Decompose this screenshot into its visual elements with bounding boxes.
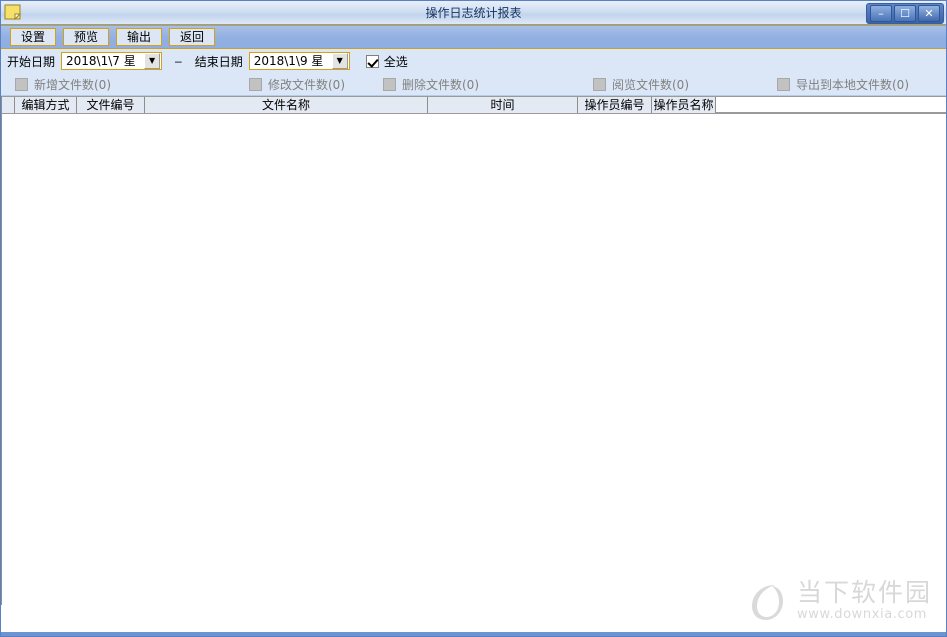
start-date-label: 开始日期	[7, 54, 56, 69]
count-modified[interactable]: 修改文件数(0)	[249, 76, 345, 93]
column-header-edit-type[interactable]: 编辑方式	[15, 97, 77, 113]
checkbox-icon	[383, 77, 396, 91]
window-bottom-frame	[1, 632, 946, 636]
start-date-value: 2018\1\7 星	[66, 54, 136, 68]
checkbox-icon	[15, 77, 28, 91]
checkbox-icon	[777, 77, 790, 91]
grid-header-row: 编辑方式 文件编号 文件名称 时间 操作员编号 操作员名称	[2, 96, 946, 114]
counts-row: 新增文件数(0) 修改文件数(0) 删除文件数(0) 阅览文件数(0) 导出到本…	[1, 73, 946, 95]
start-date-picker[interactable]: 2018\1\7 星 ▼	[61, 52, 163, 70]
log-data-grid: 编辑方式 文件编号 文件名称 时间 操作员编号 操作员名称	[1, 96, 946, 605]
count-exported-local[interactable]: 导出到本地文件数(0)	[777, 76, 909, 93]
close-button[interactable]: ✕	[918, 5, 940, 22]
date-range-separator: –	[175, 54, 182, 68]
grid-body[interactable]	[2, 114, 946, 602]
minimize-button[interactable]: –	[870, 5, 892, 22]
count-deleted-label: 删除文件数(0)	[402, 77, 479, 92]
count-added[interactable]: 新增文件数(0)	[15, 76, 111, 93]
column-header-time[interactable]: 时间	[428, 97, 578, 113]
checkbox-checked-icon	[365, 54, 379, 68]
window-controls: – ☐ ✕	[866, 3, 944, 24]
column-header-operator-id[interactable]: 操作员编号	[578, 97, 652, 113]
select-all-label: 全选	[383, 54, 408, 69]
maximize-button[interactable]: ☐	[894, 5, 916, 22]
end-date-picker[interactable]: 2018\1\9 星 ▼	[248, 52, 350, 70]
count-deleted[interactable]: 删除文件数(0)	[383, 76, 479, 93]
column-header-file-name[interactable]: 文件名称	[145, 97, 428, 113]
count-added-label: 新增文件数(0)	[34, 77, 111, 92]
checkbox-icon	[593, 77, 606, 91]
settings-button[interactable]: 设置	[10, 28, 56, 46]
count-exported-local-label: 导出到本地文件数(0)	[796, 77, 909, 92]
count-viewed-label: 阅览文件数(0)	[612, 77, 689, 92]
column-header-file-number[interactable]: 文件编号	[77, 97, 145, 113]
count-viewed[interactable]: 阅览文件数(0)	[593, 76, 689, 93]
export-button[interactable]: 输出	[116, 28, 162, 46]
date-filter-row: 开始日期 2018\1\7 星 ▼ – 结束日期 2018\1\9 星 ▼ 全选	[1, 49, 946, 73]
watermark-url: www.downxia.com	[796, 606, 928, 622]
column-header-filler	[716, 97, 946, 113]
application-window: 操作日志统计报表 – ☐ ✕ 设置 预览 输出 返回 开始日期 2018\1\7…	[0, 0, 947, 637]
count-modified-label: 修改文件数(0)	[268, 77, 345, 92]
chevron-down-icon[interactable]: ▼	[144, 53, 161, 69]
preview-button[interactable]: 预览	[63, 28, 109, 46]
window-title: 操作日志统计报表	[425, 6, 522, 20]
note-document-icon	[4, 4, 22, 21]
title-bar: 操作日志统计报表 – ☐ ✕	[1, 1, 946, 25]
back-button[interactable]: 返回	[169, 28, 215, 46]
select-all-checkbox[interactable]: 全选	[365, 53, 408, 70]
column-header-select[interactable]	[2, 97, 15, 113]
checkbox-icon	[249, 77, 262, 91]
column-header-operator-name[interactable]: 操作员名称	[652, 97, 716, 113]
end-date-label: 结束日期	[194, 54, 243, 69]
chevron-down-icon[interactable]: ▼	[331, 53, 348, 69]
toolbar: 设置 预览 输出 返回	[1, 25, 946, 49]
filter-panel: 开始日期 2018\1\7 星 ▼ – 结束日期 2018\1\9 星 ▼ 全选…	[1, 49, 946, 96]
end-date-value: 2018\1\9 星	[253, 54, 324, 68]
